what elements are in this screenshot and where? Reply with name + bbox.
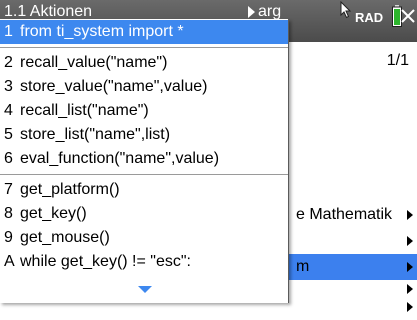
menu-item-store-value[interactable]: 3 store_value("name",value) <box>0 75 288 99</box>
menu-item-key: 5 <box>4 126 13 143</box>
menu-item-key: 3 <box>4 78 13 95</box>
submenu-arrow-icon <box>407 236 413 246</box>
close-icon[interactable] <box>401 9 415 23</box>
menu-separator <box>0 47 288 48</box>
scroll-down-icon[interactable] <box>138 286 152 293</box>
menu-separator <box>0 174 288 175</box>
menu-item-store-list[interactable]: 5 store_list("name",list) <box>0 123 288 147</box>
menu-item-get-mouse[interactable]: 9 get_mouse() <box>0 226 288 250</box>
menu-item-key: 6 <box>4 150 13 167</box>
menu-item-key: 7 <box>4 181 13 198</box>
ti-system-menu: 1 from ti_system import * 2 recall_value… <box>0 19 289 303</box>
tab-arrow-icon <box>248 6 255 18</box>
menu-item-label: store_list("name",list) <box>20 126 171 143</box>
angle-mode-label: RAD <box>355 10 384 25</box>
menu-item-key: 1 <box>4 23 13 40</box>
menu-item-key: 2 <box>4 54 13 71</box>
menu-item-key: 8 <box>4 205 13 222</box>
menu-item-label: from ti_system import * <box>20 23 184 40</box>
cursor-icon <box>340 1 352 19</box>
menu-item-label: recall_list("name") <box>20 102 149 119</box>
menu-item-eval-function[interactable]: 6 eval_function("name",value) <box>0 147 288 171</box>
menu-item-label: eval_function("name",value) <box>20 150 220 167</box>
doc-menu-row-label: e Mathematik <box>296 206 393 223</box>
menu-item-while-loop[interactable]: A while get_key() != "esc": <box>0 250 288 274</box>
menu-item-import[interactable]: 1 from ti_system import * <box>0 20 288 44</box>
submenu-arrow-icon <box>407 302 413 312</box>
menu-item-key: A <box>4 253 15 270</box>
submenu-arrow-icon <box>407 284 413 294</box>
menu-item-label: get_mouse() <box>20 229 110 246</box>
submenu-arrow-icon <box>407 262 413 272</box>
menu-item-label: get_key() <box>20 205 87 222</box>
menu-item-key: 4 <box>4 102 13 119</box>
page-counter: 1/1 <box>386 52 409 69</box>
menu-item-label: while get_key() != "esc": <box>20 253 191 270</box>
submenu-arrow-icon <box>407 210 413 220</box>
menu-item-label: recall_value("name") <box>20 54 168 71</box>
menu-item-label: get_platform() <box>20 181 120 198</box>
menu-item-recall-value[interactable]: 2 recall_value("name") <box>0 51 288 75</box>
menu-item-recall-list[interactable]: 4 recall_list("name") <box>0 99 288 123</box>
menu-item-label: store_value("name",value) <box>20 78 208 95</box>
menu-item-get-key[interactable]: 8 get_key() <box>0 202 288 226</box>
menu-item-key: 9 <box>4 229 13 246</box>
menu-item-get-platform[interactable]: 7 get_platform() <box>0 178 288 202</box>
